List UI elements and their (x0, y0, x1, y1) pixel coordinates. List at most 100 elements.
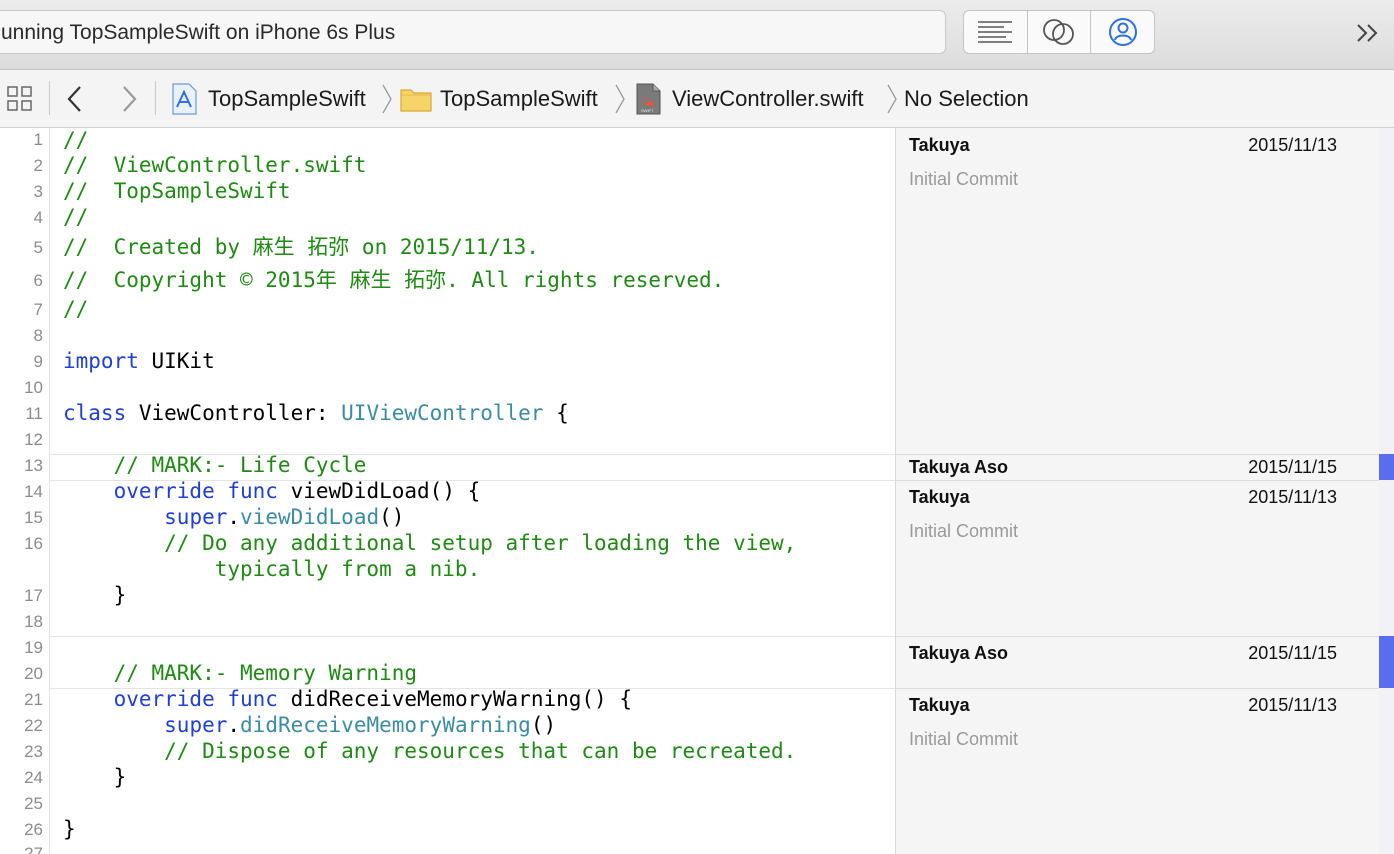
breadcrumb-group[interactable]: TopSampleSwift (400, 70, 598, 127)
editor-mode-control (963, 10, 1155, 54)
related-items-button[interactable] (6, 70, 34, 127)
blame-date: 2015/11/13 (1248, 695, 1337, 715)
code-line: class ViewController: UIViewController { (63, 401, 569, 425)
code-line: } (63, 765, 127, 789)
code-line: override func didReceiveMemoryWarning() … (63, 687, 632, 711)
keyword-token: override func (113, 687, 278, 711)
code-line: // (63, 128, 89, 152)
code-line: // TopSampleSwift (63, 179, 291, 203)
related-items-grid-icon (7, 85, 32, 111)
navigate-back-button[interactable] (64, 70, 86, 127)
activity-status-text: unning TopSampleSwift on iPhone 6s Plus (1, 21, 396, 44)
code-line: // (63, 205, 89, 229)
blame-author: Takuya (909, 135, 970, 155)
change-marker[interactable] (1379, 636, 1394, 688)
code-line: override func viewDidLoad() { (63, 479, 481, 503)
breadcrumb-symbol[interactable]: No Selection (904, 70, 1029, 127)
keyword-token: override func (113, 479, 278, 503)
line-number: 17 (24, 586, 43, 605)
swift-file-icon: SWIFT (636, 83, 661, 114)
code-token: UIKit (138, 349, 215, 373)
code-token: ViewController: (126, 401, 342, 425)
line-number: 7 (33, 300, 43, 319)
code-line: // Created by 麻生 拓弥 on 2015/11/13. (63, 235, 539, 259)
code-line: // Do any additional setup after loading… (63, 531, 797, 555)
line-number: 20 (24, 664, 43, 683)
svg-text:SWIFT: SWIFT (641, 108, 654, 113)
blame-divider (896, 454, 1380, 455)
toolbar-overflow-button[interactable] (1352, 18, 1384, 48)
line-number: 27 (24, 844, 43, 854)
assistant-editor-icon (1043, 19, 1074, 45)
blame-date: 2015/11/13 (1248, 135, 1337, 155)
change-marker-strip (1379, 128, 1394, 854)
line-number: 4 (33, 208, 43, 227)
window-toolbar: unning TopSampleSwift on iPhone 6s Plus (0, 0, 1394, 70)
line-number: 14 (24, 482, 43, 501)
code-line: // MARK:- Memory Warning (63, 661, 418, 685)
change-marker[interactable] (1379, 454, 1394, 480)
code-line: // Copyright © 2015年 麻生 拓弥. All rights r… (63, 268, 725, 292)
code-line: super.didReceiveMemoryWarning() (63, 713, 556, 737)
breadcrumb-label: No Selection (904, 85, 1029, 111)
line-number: 21 (24, 690, 43, 709)
version-editor-button[interactable] (1091, 11, 1154, 53)
line-number: 8 (33, 326, 43, 345)
type-token: UIViewController (341, 401, 544, 425)
folder-icon (400, 88, 432, 112)
blame-annotations: Takuya 2015/11/13 Initial Commit Takuya … (895, 128, 1380, 854)
line-number: 18 (24, 612, 43, 631)
code-line: // ViewController.swift (63, 153, 367, 177)
breadcrumb-separator (886, 70, 898, 127)
line-number: 19 (24, 638, 43, 657)
code-token: . (227, 713, 241, 737)
code-token: () (530, 713, 557, 737)
line-number: 3 (33, 182, 43, 201)
activity-viewer: unning TopSampleSwift on iPhone 6s Plus (0, 10, 946, 54)
line-number: 22 (24, 716, 43, 735)
code-line: } (63, 583, 127, 607)
line-number: 16 (24, 534, 43, 553)
code-token: () (379, 505, 405, 529)
blame-author: Takuya Aso (909, 643, 1009, 663)
source-editor[interactable]: 1 2 3 4 5 6 7 8 9 10 11 12 13 14 15 16 1… (0, 128, 1394, 854)
line-number: 5 (33, 238, 43, 257)
breadcrumb-label: TopSampleSwift (440, 85, 598, 111)
standard-editor-icon (978, 21, 1013, 43)
line-number: 11 (25, 404, 43, 423)
code-token: viewDidLoad() { (277, 479, 481, 503)
xcode-project-icon (172, 82, 197, 115)
navigate-forward-button[interactable] (118, 70, 140, 127)
assistant-editor-button[interactable] (1028, 11, 1092, 53)
breadcrumb-separator (614, 70, 626, 127)
chevron-right-icon (615, 84, 625, 113)
blame-date: 2015/11/15 (1248, 457, 1337, 477)
code-line: super.viewDidLoad() (63, 505, 404, 529)
line-number: 15 (24, 508, 43, 527)
code-line: // (63, 297, 89, 321)
version-editor-icon (1108, 18, 1137, 46)
code-line: } (63, 817, 76, 841)
breadcrumb-separator (381, 70, 393, 127)
breadcrumb-file[interactable]: SWIFT ViewController.swift (634, 70, 864, 127)
double-chevron-right-icon (1357, 24, 1378, 42)
blame-date: 2015/11/15 (1248, 643, 1337, 663)
blame-divider (896, 636, 1380, 637)
line-number: 23 (24, 742, 43, 761)
line-number: 10 (24, 378, 43, 397)
standard-editor-button[interactable] (964, 11, 1028, 53)
blame-author: Takuya (909, 487, 970, 507)
blame-message: Initial Commit (909, 169, 1019, 189)
breadcrumb-project[interactable]: TopSampleSwift (170, 70, 366, 127)
code-line: // Dispose of any resources that can be … (63, 739, 797, 763)
chevron-right-icon (382, 84, 392, 113)
blame-author: Takuya Aso (909, 457, 1009, 477)
jump-bar: TopSampleSwift TopSampleSwift SWIFT View… (0, 70, 1394, 128)
keyword-token: super (164, 713, 228, 737)
blame-block-divider (50, 636, 895, 637)
jumpbar-divider (155, 81, 156, 115)
blame-message: Initial Commit (909, 521, 1019, 541)
